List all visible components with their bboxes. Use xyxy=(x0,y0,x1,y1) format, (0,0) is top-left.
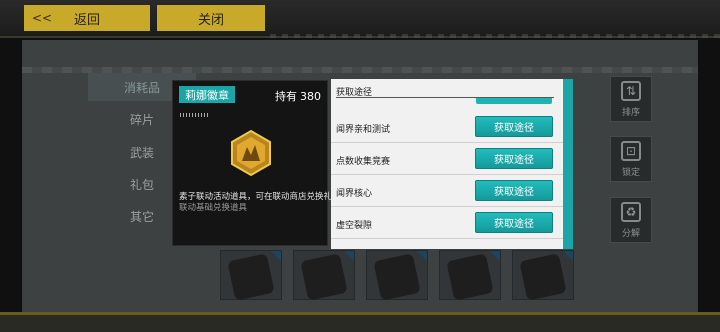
acquisition-source-name: 虚空裂隙 xyxy=(336,221,373,231)
get-route-button[interactable]: 获取途径 xyxy=(475,180,553,201)
bottom-bar xyxy=(0,312,720,332)
acquisition-row: 点数收集竞赛 获取途径 xyxy=(331,143,563,175)
owned-label: 持有 xyxy=(275,90,297,103)
acquisition-row: 闻界核心 获取途径 xyxy=(331,175,563,207)
get-route-button[interactable]: 获取途径 xyxy=(475,116,553,137)
back-button-label: 返回 xyxy=(73,12,100,28)
back-button[interactable]: << 返回 xyxy=(24,5,150,31)
item-detail-panel: 莉娜徽章 持有 380 素子联动活动道具，可在联动商店兑换礼品 联动基础兑换道具 xyxy=(172,80,341,246)
top-bar: << 返回 关闭 xyxy=(0,0,720,38)
acquisition-row: 虚空裂隙 获取途径 xyxy=(331,207,563,239)
close-button[interactable]: 关闭 xyxy=(157,5,265,31)
hexagon-badge-icon xyxy=(223,125,279,181)
acquisition-source-name: 闻界核心 xyxy=(336,189,373,199)
acquisition-source-name: 点数收集竞赛 xyxy=(336,157,391,167)
get-route-button-label: 获取途径 xyxy=(494,219,534,230)
item-name-tag: 莉娜徽章 xyxy=(179,86,235,103)
item-name: 莉娜徽章 xyxy=(185,88,229,102)
back-arrows-icon: << xyxy=(32,11,53,25)
close-button-label: 关闭 xyxy=(197,12,224,28)
owned-number: 380 xyxy=(300,90,321,103)
barcode-decoration xyxy=(180,113,210,117)
owned-count: 持有 380 xyxy=(275,88,321,104)
get-route-button-label: 获取途径 xyxy=(494,187,534,198)
item-subdescription: 联动基础兑换道具 xyxy=(179,203,248,213)
get-route-button-label: 获取途径 xyxy=(494,155,534,166)
get-route-button[interactable]: 获取途径 xyxy=(475,148,553,169)
acquisition-source-name: 闻界亲和测试 xyxy=(336,125,391,135)
acquisition-row: 闻界亲和测试 获取途径 xyxy=(331,111,563,143)
acquisition-panel: 获取途径 闻界亲和测试 获取途径 点数收集竞赛 获取途径 闻界核心 获取途径 虚… xyxy=(331,79,573,249)
get-route-button[interactable]: 获取途径 xyxy=(475,212,553,233)
scrolled-button-edge xyxy=(476,98,552,104)
get-route-button-label: 获取途径 xyxy=(494,123,534,134)
